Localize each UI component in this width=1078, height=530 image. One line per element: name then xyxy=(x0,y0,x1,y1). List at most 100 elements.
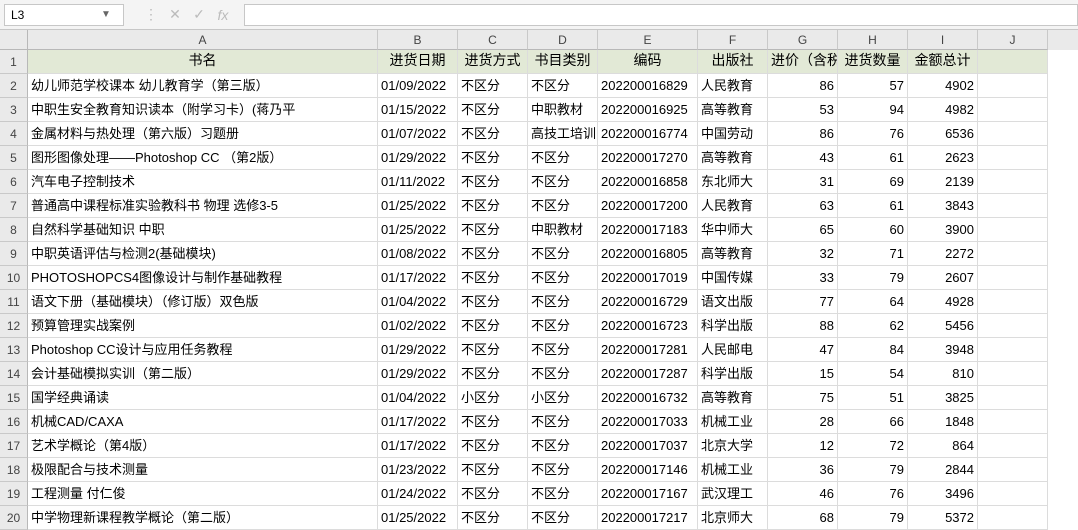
cell[interactable]: 46 xyxy=(768,482,838,506)
cell[interactable]: 不区分 xyxy=(528,290,598,314)
row-header-11[interactable]: 11 xyxy=(0,290,28,314)
row-header-1[interactable]: 1 xyxy=(0,50,28,74)
cell[interactable]: 202200016732 xyxy=(598,386,698,410)
cell[interactable]: 01/08/2022 xyxy=(378,242,458,266)
cell[interactable]: 高等教育 xyxy=(698,386,768,410)
cell[interactable] xyxy=(978,146,1048,170)
cell[interactable]: 人民邮电 xyxy=(698,338,768,362)
row-header-4[interactable]: 4 xyxy=(0,122,28,146)
cell[interactable] xyxy=(978,218,1048,242)
header-cell[interactable] xyxy=(978,50,1048,74)
cell[interactable] xyxy=(978,242,1048,266)
confirm-icon[interactable]: ✓ xyxy=(190,6,208,23)
cell[interactable]: 01/25/2022 xyxy=(378,506,458,530)
cell[interactable]: 语文出版 xyxy=(698,290,768,314)
header-cell[interactable]: 进货日期 xyxy=(378,50,458,74)
cell[interactable]: 6536 xyxy=(908,122,978,146)
data-area[interactable]: 书名进货日期进货方式书目类别编码出版社进价（含税）进货数量金额总计幼儿师范学校课… xyxy=(28,50,1078,530)
cell[interactable]: 202200017033 xyxy=(598,410,698,434)
cell[interactable]: 01/02/2022 xyxy=(378,314,458,338)
cell[interactable]: 01/17/2022 xyxy=(378,266,458,290)
name-box-input[interactable] xyxy=(5,8,95,22)
cell[interactable]: 47 xyxy=(768,338,838,362)
cell[interactable]: 高技工培训 xyxy=(528,122,598,146)
col-header-J[interactable]: J xyxy=(978,30,1048,50)
cell[interactable]: 79 xyxy=(838,266,908,290)
cell[interactable]: 不区分 xyxy=(458,194,528,218)
cell[interactable]: 63 xyxy=(768,194,838,218)
cell[interactable]: 64 xyxy=(838,290,908,314)
cell[interactable]: 不区分 xyxy=(458,410,528,434)
cell[interactable]: 202200017270 xyxy=(598,146,698,170)
cell[interactable]: 202200017281 xyxy=(598,338,698,362)
row-header-6[interactable]: 6 xyxy=(0,170,28,194)
cell[interactable]: 工程测量 付仁俊 xyxy=(28,482,378,506)
cell[interactable]: 中国传媒 xyxy=(698,266,768,290)
cell[interactable]: 中职生安全教育知识读本（附学习卡）(蒋乃平 xyxy=(28,98,378,122)
cell[interactable] xyxy=(978,194,1048,218)
row-header-16[interactable]: 16 xyxy=(0,410,28,434)
cell[interactable]: 202200016774 xyxy=(598,122,698,146)
cell[interactable]: 810 xyxy=(908,362,978,386)
cell[interactable] xyxy=(978,266,1048,290)
sheet-grid[interactable]: ABCDEFGHIJ 12345678910111213141516171819… xyxy=(0,30,1078,530)
cell[interactable] xyxy=(978,290,1048,314)
cell[interactable]: 不区分 xyxy=(528,506,598,530)
cell[interactable]: 76 xyxy=(838,482,908,506)
cell[interactable]: 01/29/2022 xyxy=(378,146,458,170)
cell[interactable]: 202200016858 xyxy=(598,170,698,194)
cell[interactable]: 不区分 xyxy=(458,122,528,146)
select-all-corner[interactable] xyxy=(0,30,28,50)
cell[interactable]: 2844 xyxy=(908,458,978,482)
cell[interactable]: 3900 xyxy=(908,218,978,242)
cell[interactable]: 5456 xyxy=(908,314,978,338)
cell[interactable]: 不区分 xyxy=(528,146,598,170)
cell[interactable]: 会计基础模拟实训（第二版） xyxy=(28,362,378,386)
cell[interactable]: 01/25/2022 xyxy=(378,218,458,242)
cell[interactable] xyxy=(978,170,1048,194)
cell[interactable]: 1848 xyxy=(908,410,978,434)
cell[interactable]: 68 xyxy=(768,506,838,530)
col-header-F[interactable]: F xyxy=(698,30,768,50)
col-header-I[interactable]: I xyxy=(908,30,978,50)
cell[interactable]: 202200016925 xyxy=(598,98,698,122)
cell[interactable]: 62 xyxy=(838,314,908,338)
cell[interactable]: 不区分 xyxy=(528,314,598,338)
cell[interactable]: 01/29/2022 xyxy=(378,338,458,362)
cell[interactable]: 图形图像处理——Photoshop CC （第2版） xyxy=(28,146,378,170)
cell[interactable]: 机械CAD/CAXA xyxy=(28,410,378,434)
cell[interactable]: 202200017183 xyxy=(598,218,698,242)
cell[interactable]: 不区分 xyxy=(528,410,598,434)
cell[interactable]: 中职英语评估与检测2(基础模块) xyxy=(28,242,378,266)
cell[interactable]: 43 xyxy=(768,146,838,170)
cell[interactable]: 202200017019 xyxy=(598,266,698,290)
row-header-7[interactable]: 7 xyxy=(0,194,28,218)
cell[interactable]: 01/23/2022 xyxy=(378,458,458,482)
cell[interactable]: 武汉理工 xyxy=(698,482,768,506)
cell[interactable]: 国学经典诵读 xyxy=(28,386,378,410)
cell[interactable] xyxy=(978,98,1048,122)
cell[interactable]: 28 xyxy=(768,410,838,434)
cell[interactable] xyxy=(978,314,1048,338)
row-header-10[interactable]: 10 xyxy=(0,266,28,290)
row-header-5[interactable]: 5 xyxy=(0,146,28,170)
cell[interactable]: 31 xyxy=(768,170,838,194)
cell[interactable]: 不区分 xyxy=(458,362,528,386)
cell[interactable]: 01/11/2022 xyxy=(378,170,458,194)
cell[interactable]: 高等教育 xyxy=(698,242,768,266)
cell[interactable]: 小区分 xyxy=(458,386,528,410)
cell[interactable]: 01/04/2022 xyxy=(378,386,458,410)
cell[interactable]: 不区分 xyxy=(528,434,598,458)
cell[interactable]: 中职教材 xyxy=(528,218,598,242)
cell[interactable] xyxy=(978,74,1048,98)
cell[interactable]: 202200016723 xyxy=(598,314,698,338)
cell[interactable]: 普通高中课程标准实验教科书 物理 选修3-5 xyxy=(28,194,378,218)
cell[interactable]: 小区分 xyxy=(528,386,598,410)
cell[interactable]: 预算管理实战案例 xyxy=(28,314,378,338)
cell[interactable]: 人民教育 xyxy=(698,74,768,98)
cell[interactable] xyxy=(978,506,1048,530)
cell[interactable]: 88 xyxy=(768,314,838,338)
cell[interactable]: 01/25/2022 xyxy=(378,194,458,218)
cell[interactable]: 汽车电子控制技术 xyxy=(28,170,378,194)
cell[interactable]: 94 xyxy=(838,98,908,122)
